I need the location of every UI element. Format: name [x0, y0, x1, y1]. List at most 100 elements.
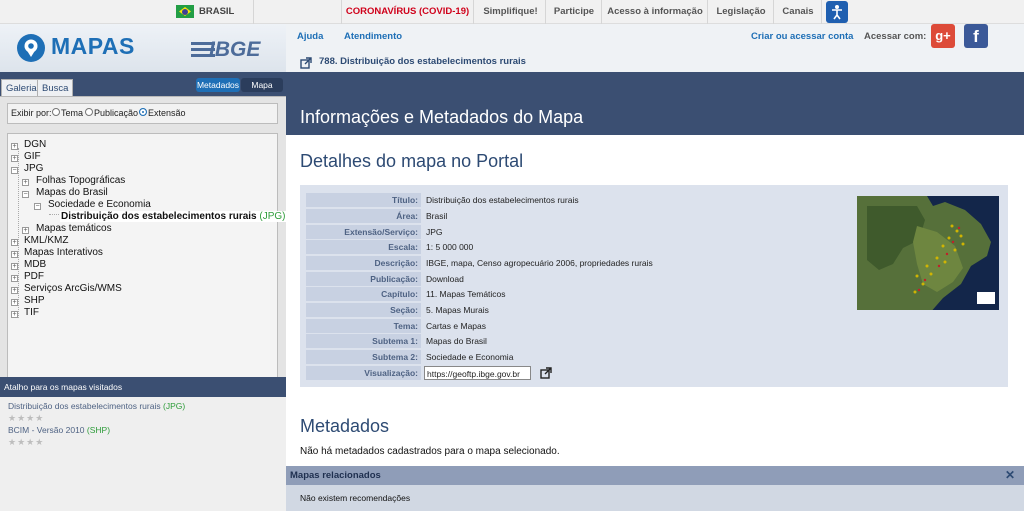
toggle-folhas[interactable]: +: [22, 179, 29, 186]
shortcut-item-1-rating[interactable]: ★★★★: [8, 413, 44, 424]
accessibility-icon[interactable]: [826, 1, 848, 23]
shortcut-item-2-label: BCIM - Versão 2010: [8, 425, 85, 435]
toggle-dgn[interactable]: +: [11, 143, 18, 150]
detail-label-secao: Seção:: [306, 303, 421, 317]
toggle-mapas-brasil[interactable]: −: [22, 191, 29, 198]
detail-label-visualizacao: Visualização:: [306, 366, 421, 380]
related-text: Não existem recomendações: [300, 493, 411, 503]
radio-tema[interactable]: [52, 108, 60, 116]
open-link-icon[interactable]: [540, 367, 552, 379]
country-label[interactable]: BRASIL: [199, 0, 234, 24]
tree-item-dgn[interactable]: DGN: [24, 139, 46, 150]
toggle-mapa[interactable]: Mapa: [241, 78, 283, 92]
simplifique-link[interactable]: Simplifique!: [478, 0, 543, 24]
toggle-tif[interactable]: +: [11, 311, 18, 318]
tree-item-mapas-interativos[interactable]: Mapas Interativos: [24, 247, 103, 258]
shortcut-item-2[interactable]: BCIM - Versão 2010 (SHP): [8, 425, 110, 435]
tree-item-kml[interactable]: KML/KMZ: [24, 235, 68, 246]
detail-label-subtema-2: Subtema 2:: [306, 350, 421, 364]
tree-item-pdf[interactable]: PDF: [24, 271, 44, 282]
detail-label-publicacao: Publicação:: [306, 272, 421, 286]
access-info-link[interactable]: Acesso à informação: [606, 0, 704, 24]
brand-bar: MAPAS IBGE: [0, 24, 286, 72]
detail-label-tema: Tema:: [306, 319, 421, 333]
help-link[interactable]: Ajuda: [297, 31, 323, 42]
detail-value-tema: Cartas e Mapas: [426, 321, 486, 331]
detail-row-subtema-2: Subtema 2: Sociedade e Economia: [306, 350, 1000, 364]
shortcut-item-2-rating[interactable]: ★★★★: [8, 437, 44, 448]
radio-tema-label: Tema: [61, 108, 84, 118]
toggle-shp[interactable]: +: [11, 299, 18, 306]
detail-value-escala: 1: 5 000 000: [426, 242, 474, 252]
toggle-metadados[interactable]: Metadados: [196, 78, 240, 92]
main-content: Informações e Metadados do Mapa Detalhes…: [286, 72, 1024, 466]
login-link[interactable]: Criar ou acessar conta: [751, 31, 853, 42]
tree-item-selected-map[interactable]: Distribuição dos estabelecimentos rurais…: [60, 211, 287, 222]
ibge-text: IBGE: [209, 38, 261, 61]
close-icon[interactable]: ✕: [1005, 468, 1015, 482]
detail-label-descricao: Descrição:: [306, 256, 421, 270]
toggle-pdf[interactable]: +: [11, 275, 18, 282]
tree-item-tif[interactable]: TIF: [24, 307, 39, 318]
detail-value-publicacao: Download: [426, 274, 464, 284]
detail-value-extensao: JPG: [426, 227, 443, 237]
tree-item-selected-label: Distribuição dos estabelecimentos rurais: [61, 211, 257, 222]
detail-value-secao: 5. Mapas Murais: [426, 305, 489, 315]
toggle-mapas-tematicos[interactable]: +: [22, 227, 29, 234]
detail-value-area: Brasil: [426, 211, 448, 221]
radio-extensao[interactable]: [139, 108, 147, 116]
filter-label: Exibir por:: [11, 108, 52, 118]
detail-value-subtema-2: Sociedade e Economia: [426, 352, 514, 362]
detail-label-escala: Escala:: [306, 240, 421, 254]
mapas-logo[interactable]: MAPAS: [51, 33, 135, 60]
tree-item-arcgis[interactable]: Serviços ArcGis/WMS: [24, 283, 122, 294]
tab-galeria[interactable]: Galeria: [1, 79, 42, 97]
radio-extensao-label: Extensão: [148, 108, 186, 118]
shortcut-item-2-suffix: (SHP): [86, 425, 111, 435]
metadata-text: Não há metadados cadastrados para o mapa…: [300, 446, 560, 457]
participe-link[interactable]: Participe: [549, 0, 599, 24]
service-link[interactable]: Atendimento: [344, 31, 402, 42]
toggle-interativos[interactable]: +: [11, 251, 18, 258]
tree-item-mdb[interactable]: MDB: [24, 259, 46, 270]
google-plus-icon[interactable]: g+: [931, 24, 955, 48]
toggle-arcgis[interactable]: +: [11, 287, 18, 294]
radio-publicacao[interactable]: [85, 108, 93, 116]
toggle-sociedade[interactable]: −: [34, 203, 41, 210]
detail-label-capitulo: Capítulo:: [306, 287, 421, 301]
sidebar: Galeria Busca Exibir por: Tema Publicaçã…: [0, 72, 287, 511]
page-title: Informações e Metadados do Mapa: [300, 107, 584, 127]
facebook-icon[interactable]: f: [964, 24, 988, 48]
tree-item-shp[interactable]: SHP: [24, 295, 45, 306]
detail-label-area: Área:: [306, 209, 421, 223]
radio-publicacao-label: Publicação: [94, 108, 139, 118]
external-link-icon[interactable]: [300, 56, 312, 69]
metadata-title: Metadados: [300, 416, 390, 436]
detail-value-titulo: Distribuição dos estabelecimentos rurais: [426, 195, 579, 205]
covid-link[interactable]: CORONAVÍRUS (COVID-19): [345, 0, 470, 24]
tree-item-folhas-topograficas[interactable]: Folhas Topográficas: [36, 175, 125, 186]
tree-item-mapas-do-brasil[interactable]: Mapas do Brasil: [36, 187, 108, 198]
shortcut-item-1[interactable]: Distribuição dos estabelecimentos rurais…: [8, 401, 185, 411]
toggle-kml[interactable]: +: [11, 239, 18, 246]
tree-item-gif[interactable]: GIF: [24, 151, 41, 162]
toggle-gif[interactable]: +: [11, 155, 18, 162]
filter-box: Exibir por: Tema Publicação Extensão: [7, 103, 278, 124]
legislacao-link[interactable]: Legislação: [712, 0, 770, 24]
tab-busca[interactable]: Busca: [37, 79, 74, 97]
brazil-flag-icon: [176, 5, 194, 18]
canais-link[interactable]: Canais: [778, 0, 818, 24]
mapas-pin-icon[interactable]: [16, 33, 46, 63]
shortcut-item-1-suffix: (JPG): [162, 401, 186, 411]
tree-item-jpg[interactable]: JPG: [24, 163, 43, 174]
map-thumbnail[interactable]: [857, 196, 999, 310]
toggle-mdb[interactable]: +: [11, 263, 18, 270]
visualization-url-field[interactable]: https://geoftp.ibge.gov.br: [424, 366, 531, 380]
tree-item-mapas-tematicos[interactable]: Mapas temáticos: [36, 223, 112, 234]
tree-item-selected-suffix: (JPG): [259, 211, 286, 222]
detail-label-titulo: Título:: [306, 193, 421, 207]
shortcut-item-1-label: Distribuição dos estabelecimentos rurais: [8, 401, 161, 411]
tree-item-sociedade-economia[interactable]: Sociedade e Economia: [48, 199, 151, 210]
toggle-jpg[interactable]: −: [11, 167, 18, 174]
shortcuts-header: Atalho para os mapas visitados: [0, 377, 286, 397]
